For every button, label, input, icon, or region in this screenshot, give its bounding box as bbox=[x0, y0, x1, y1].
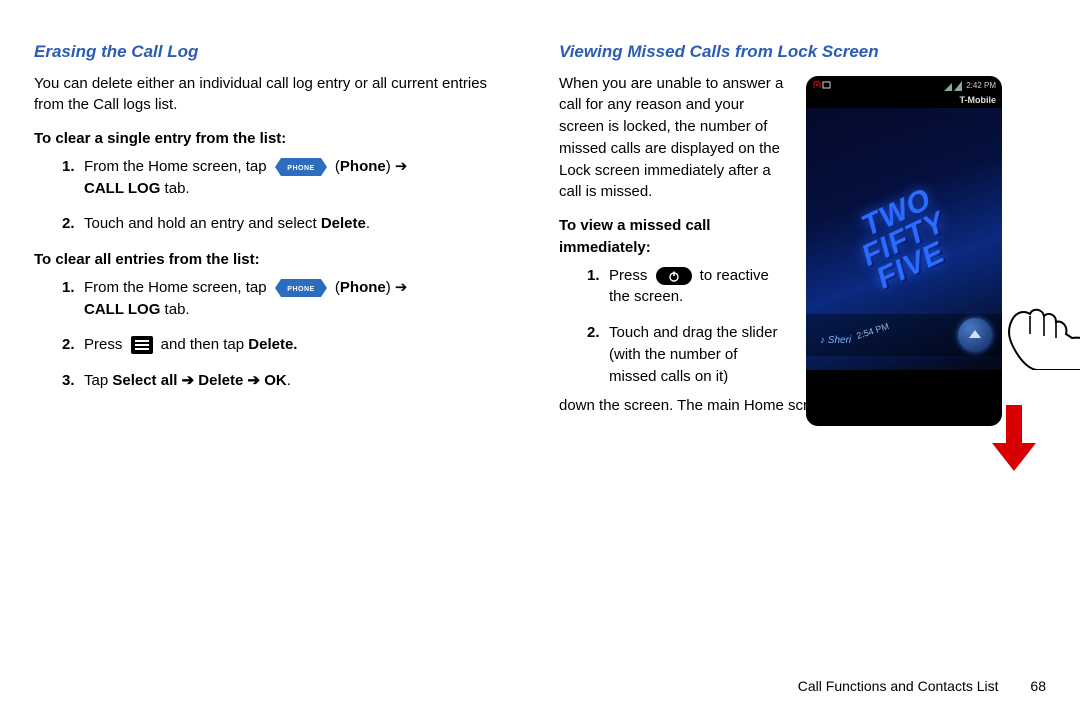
hand-pointer-icon bbox=[994, 286, 1080, 370]
text: . bbox=[287, 372, 291, 389]
bold-text: Select all ➔ Delete ➔ OK bbox=[112, 372, 286, 389]
status-time: 2:42 PM bbox=[966, 80, 996, 92]
heading-missed-calls: Viewing Missed Calls from Lock Screen bbox=[559, 40, 1046, 65]
step-number: 2. bbox=[587, 322, 609, 387]
step-number: 1. bbox=[587, 265, 609, 309]
text: From the Home screen, tap bbox=[84, 158, 271, 175]
step-body: Tap Select all ➔ Delete ➔ OK. bbox=[84, 370, 521, 392]
steps-all-entries: 1. From the Home screen, tap PHONE (Phon… bbox=[34, 277, 521, 392]
steps-missed-call: 1. Press to reactive the screen. 2. T bbox=[559, 265, 789, 388]
right-column: Viewing Missed Calls from Lock Screen Wh… bbox=[559, 40, 1046, 429]
slider-time: 2:54 PM bbox=[855, 320, 891, 343]
status-left-icons bbox=[812, 80, 832, 94]
bold-text: Delete bbox=[321, 215, 366, 232]
text: From the Home screen, tap bbox=[84, 279, 271, 296]
page-footer: Call Functions and Contacts List 68 bbox=[798, 676, 1046, 696]
bold-text: Delete. bbox=[248, 336, 297, 353]
missed-call-slider: ♪ Sheri 2:54 PM bbox=[806, 314, 1002, 356]
bold-text: Phone bbox=[340, 158, 386, 175]
svg-text:PHONE: PHONE bbox=[287, 286, 314, 293]
phone-tag-icon: PHONE bbox=[275, 279, 327, 297]
wallpaper: TWO FIFTY FIVE ♪ Sheri 2:54 PM bbox=[806, 108, 1002, 370]
power-key-icon bbox=[656, 267, 692, 285]
subhead-view-missed: To view a missed call immediately: bbox=[559, 215, 789, 259]
wallpaper-text: TWO FIFTY FIVE bbox=[853, 181, 954, 298]
slider-caller-name: ♪ Sheri bbox=[820, 334, 851, 349]
text: Press bbox=[609, 267, 652, 284]
phone-mock: 2:42 PM T-Mobile TWO FIFTY FIVE ♪ Sheri … bbox=[806, 76, 1002, 426]
text: Tap bbox=[84, 372, 112, 389]
step-number: 1. bbox=[62, 156, 84, 200]
step-row: 2. Touch and hold an entry and select De… bbox=[62, 213, 521, 235]
step-number: 2. bbox=[62, 334, 84, 356]
intro-right: When you are unable to answer a call for… bbox=[559, 73, 789, 204]
menu-key-icon bbox=[131, 336, 153, 354]
step-number: 3. bbox=[62, 370, 84, 392]
bold-text: CALL LOG bbox=[84, 180, 160, 197]
text: Touch and hold an entry and select bbox=[84, 215, 321, 232]
footer-page-number: 68 bbox=[1030, 678, 1046, 694]
footer-section: Call Functions and Contacts List bbox=[798, 678, 999, 694]
step-row: 3. Tap Select all ➔ Delete ➔ OK. bbox=[62, 370, 521, 392]
step-number: 1. bbox=[62, 277, 84, 321]
intro-left: You can delete either an individual call… bbox=[34, 73, 521, 117]
text: . bbox=[366, 215, 370, 232]
heading-erasing: Erasing the Call Log bbox=[34, 40, 521, 65]
step-body: Press and then tap Delete. bbox=[84, 334, 521, 356]
step-row: 1. Press to reactive the screen. bbox=[587, 265, 789, 309]
step-row: 2. Touch and drag the slider (with the n… bbox=[587, 322, 789, 387]
text: tab. bbox=[160, 180, 189, 197]
steps-single-entry: 1. From the Home screen, tap PHONE (Phon… bbox=[34, 156, 521, 235]
text: tab. bbox=[160, 301, 189, 318]
bold-text: CALL LOG bbox=[84, 301, 160, 318]
signal-icon bbox=[944, 81, 962, 91]
text: and then tap bbox=[157, 336, 249, 353]
right-wrap-block: When you are unable to answer a call for… bbox=[559, 73, 789, 388]
bold-text: Phone bbox=[340, 279, 386, 296]
subhead-all-entries: To clear all entries from the list: bbox=[34, 249, 521, 271]
step-body: Touch and hold an entry and select Delet… bbox=[84, 213, 521, 235]
lockscreen-illustration: 2:42 PM T-Mobile TWO FIFTY FIVE ♪ Sheri … bbox=[806, 76, 1046, 426]
step-body-partial: Touch and drag the slider (with the numb… bbox=[609, 322, 779, 387]
slider-knob bbox=[958, 318, 992, 352]
subhead-single-entry: To clear a single entry from the list: bbox=[34, 128, 521, 150]
step-row: 1. From the Home screen, tap PHONE (Phon… bbox=[62, 156, 521, 200]
step-row: 1. From the Home screen, tap PHONE (Phon… bbox=[62, 277, 521, 321]
step-number: 2. bbox=[62, 213, 84, 235]
drag-down-arrow-icon bbox=[992, 405, 1036, 478]
step-body: From the Home screen, tap PHONE (Phone) … bbox=[84, 156, 521, 200]
text: ) ➔ bbox=[386, 158, 408, 175]
svg-text:PHONE: PHONE bbox=[287, 165, 314, 172]
text: ) ➔ bbox=[386, 279, 408, 296]
step-body: From the Home screen, tap PHONE (Phone) … bbox=[84, 277, 521, 321]
carrier-label: T-Mobile bbox=[960, 94, 997, 107]
step-row: 2. Press and then tap Delete. bbox=[62, 334, 521, 356]
text: Press bbox=[84, 336, 127, 353]
status-bar: 2:42 PM bbox=[806, 80, 1002, 92]
step-body: Press to reactive the screen. bbox=[609, 265, 789, 309]
phone-tag-icon: PHONE bbox=[275, 158, 327, 176]
left-column: Erasing the Call Log You can delete eith… bbox=[34, 40, 521, 429]
page: Erasing the Call Log You can delete eith… bbox=[0, 0, 1080, 489]
